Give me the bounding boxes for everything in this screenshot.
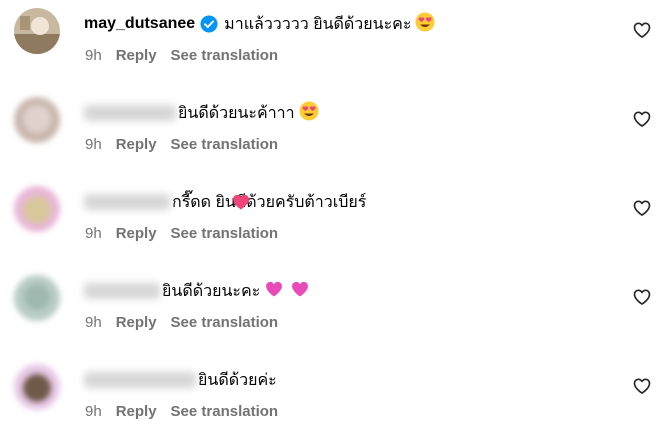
username[interactable] bbox=[84, 194, 170, 210]
comment-meta: 9h Reply See translation bbox=[85, 403, 278, 420]
like-heart-icon[interactable] bbox=[632, 376, 652, 396]
timestamp: 9h bbox=[85, 47, 102, 64]
like-heart-icon[interactable] bbox=[632, 20, 652, 40]
reply-button[interactable]: Reply bbox=[116, 403, 157, 420]
timestamp: 9h bbox=[85, 225, 102, 242]
see-translation-button[interactable]: See translation bbox=[171, 225, 279, 242]
avatar[interactable] bbox=[14, 186, 60, 232]
comment-item: ยินดีด้วยนะค้าาา 9h Reply See translatio… bbox=[0, 89, 660, 178]
avatar[interactable] bbox=[14, 97, 60, 143]
comment-meta: 9h Reply See translation bbox=[85, 136, 278, 153]
see-translation-button[interactable]: See translation bbox=[171, 136, 279, 153]
heart-eyes-emoji-icon bbox=[415, 12, 435, 37]
pink-heart-emoji-icon bbox=[231, 192, 251, 212]
heart-eyes-emoji-icon bbox=[299, 101, 319, 126]
comment-item: กรี๊ดด ยินดีด้วยครับต้าวเบียร์ 9h Reply … bbox=[0, 178, 660, 267]
comment-item: may_dutsanee มาแล้ววววว ยินดีด้วยนะคะ 9h… bbox=[0, 0, 660, 89]
like-heart-icon[interactable] bbox=[632, 287, 652, 307]
username[interactable]: may_dutsanee bbox=[84, 15, 195, 33]
comment-content: กรี๊ดด ยินดีด้วยครับต้าวเบียร์ bbox=[84, 190, 366, 214]
verified-badge-icon bbox=[200, 15, 218, 33]
comment-text: ยินดีด้วยค่ะ bbox=[198, 371, 277, 389]
avatar[interactable] bbox=[14, 275, 60, 321]
pink-heart-emoji-icon bbox=[290, 279, 310, 304]
comment-text: มาแล้ววววว ยินดีด้วยนะคะ bbox=[224, 15, 412, 33]
like-heart-icon[interactable] bbox=[632, 109, 652, 129]
avatar[interactable] bbox=[14, 364, 60, 410]
reply-button[interactable]: Reply bbox=[116, 136, 157, 153]
timestamp: 9h bbox=[85, 314, 102, 331]
reply-button[interactable]: Reply bbox=[116, 47, 157, 64]
comment-meta: 9h Reply See translation bbox=[85, 225, 278, 242]
see-translation-button[interactable]: See translation bbox=[171, 47, 279, 64]
avatar[interactable] bbox=[14, 8, 60, 54]
comment-content: ยินดีด้วยนะคะ bbox=[84, 279, 310, 303]
like-heart-icon[interactable] bbox=[632, 198, 652, 218]
comment-content: may_dutsanee มาแล้ววววว ยินดีด้วยนะคะ bbox=[84, 12, 435, 36]
timestamp: 9h bbox=[85, 403, 102, 420]
see-translation-button[interactable]: See translation bbox=[171, 314, 279, 331]
comment-text: กรี๊ดด ยินดีด้วยครับต้าวเบียร์ bbox=[172, 193, 367, 211]
username[interactable] bbox=[84, 372, 196, 388]
comment-item: ยินดีด้วยนะคะ 9h Reply See translation bbox=[0, 267, 660, 356]
timestamp: 9h bbox=[85, 136, 102, 153]
comment-meta: 9h Reply See translation bbox=[85, 47, 278, 64]
see-translation-button[interactable]: See translation bbox=[171, 403, 279, 420]
pink-heart-emoji-icon bbox=[264, 279, 284, 304]
comment-text: ยินดีด้วยนะคะ bbox=[162, 282, 261, 300]
comment-meta: 9h Reply See translation bbox=[85, 314, 278, 331]
username[interactable] bbox=[84, 283, 160, 299]
reply-button[interactable]: Reply bbox=[116, 314, 157, 331]
comment-content: ยินดีด้วยนะค้าาา bbox=[84, 101, 319, 125]
reply-button[interactable]: Reply bbox=[116, 225, 157, 242]
username[interactable] bbox=[84, 105, 176, 121]
comment-item: ยินดีด้วยค่ะ 9h Reply See translation bbox=[0, 356, 660, 445]
comment-text: ยินดีด้วยนะค้าาา bbox=[178, 104, 295, 122]
comment-content: ยินดีด้วยค่ะ bbox=[84, 368, 277, 392]
